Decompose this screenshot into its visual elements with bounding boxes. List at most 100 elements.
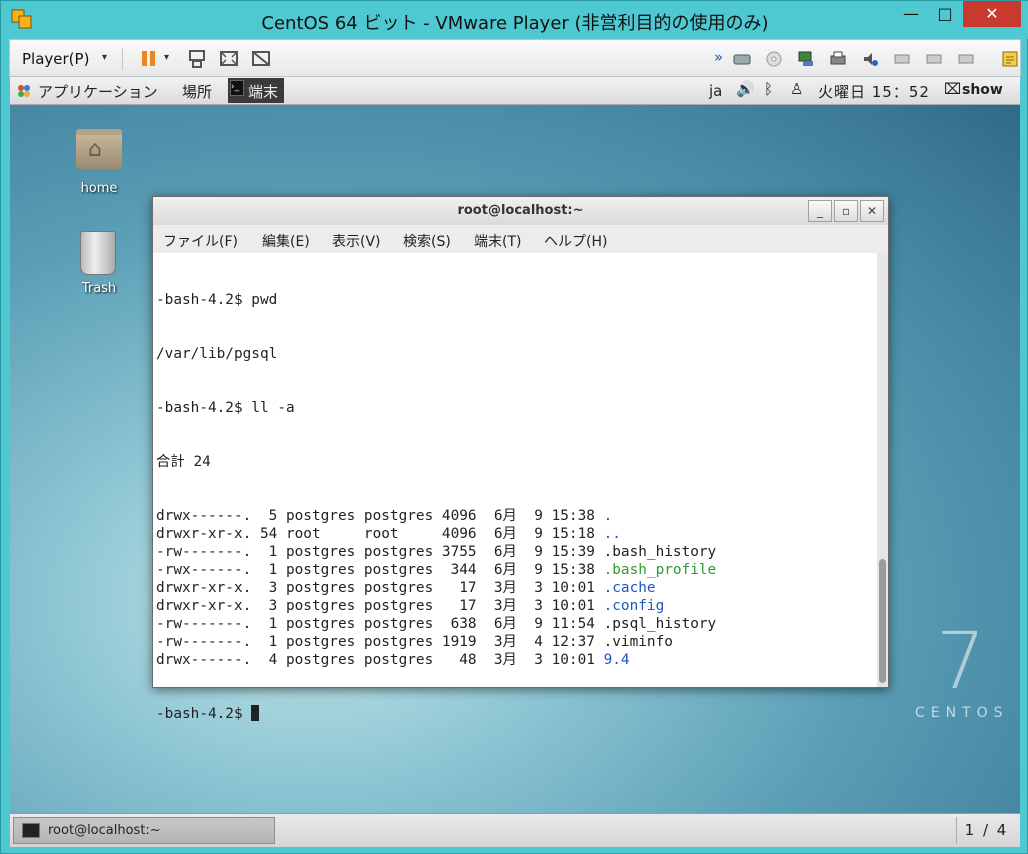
cd-dvd-icon[interactable] [764,50,784,68]
terminal-line: /var/lib/pgsql [156,346,278,362]
show-desktop-button[interactable]: show [962,82,1003,98]
send-ctrl-alt-del-icon[interactable] [186,48,208,70]
terminal-close-button[interactable]: ✕ [860,200,884,222]
listing-meta: drwx------. 5 postgres postgres 4096 6月 … [156,508,604,524]
terminal-launcher[interactable]: ›_ 端末 [228,78,284,103]
terminal-prompt-line: -bash-4.2$ [156,705,716,723]
listing-filename: .viminfo [603,634,673,650]
terminal-icon: ›_ [230,80,244,96]
volume-icon[interactable]: 🔊 [736,80,755,98]
usb-device-icon[interactable] [956,50,976,68]
home-folder-icon[interactable] [76,129,122,169]
terminal-output[interactable]: -bash-4.2$ pwd /var/lib/pgsql -bash-4.2$… [153,253,877,722]
window-title: CentOS 64 ビット - VMware Player (非営利目的の使用の… [261,13,769,34]
vmware-player-window: CentOS 64 ビット - VMware Player (非営利目的の使用の… [0,0,1028,854]
trash-icon-label[interactable]: Trash [70,281,128,296]
listing-row: -rw-------. 1 postgres postgres 1919 3月 … [156,633,716,651]
network-adapter-icon[interactable] [796,50,816,68]
listing-row: -rw-------. 1 postgres postgres 3755 6月 … [156,543,716,561]
terminal-line: 合計 24 [156,454,211,470]
toolbar-divider [122,48,123,70]
terminal-window: root@localhost:~ _ ▫ ✕ ファイル(F) 編集(E) 表示(… [152,196,889,722]
show-desktop-icon[interactable]: ⌧ [944,80,961,98]
terminal-minimize-button[interactable]: _ [808,200,832,222]
sound-card-icon[interactable] [860,50,880,68]
listing-row: drwxr-xr-x. 54 root root 4096 6月 9 15:18… [156,525,716,543]
listing-filename: 9.4 [603,652,630,668]
terminal-titlebar[interactable]: root@localhost:~ _ ▫ ✕ [153,197,888,225]
bluetooth-icon[interactable]: ᛒ [764,80,773,98]
terminal-scrollbar[interactable] [877,253,888,687]
printer-icon[interactable] [828,50,848,68]
message-log-icon[interactable] [1000,50,1020,68]
terminal-icon [22,823,40,838]
listing-meta: drwxr-xr-x. 3 postgres postgres 17 3月 3 … [156,598,604,614]
listing-row: -rw-------. 1 postgres postgres 638 6月 9… [156,615,716,633]
user-icon[interactable]: ♙ [790,80,803,98]
listing-row: drwxr-xr-x. 3 postgres postgres 17 3月 3 … [156,579,716,597]
unity-mode-icon[interactable] [250,48,272,70]
scrollbar-thumb[interactable] [879,559,886,683]
listing-meta: -rw-------. 1 postgres postgres 1919 3月 … [156,634,604,650]
vmware-toolbar: Player(P) ▾ ▾ » [9,39,1021,77]
menu-help[interactable]: ヘルプ(H) [544,231,607,251]
places-menu[interactable]: 場所 [182,81,212,102]
window-titlebar[interactable]: CentOS 64 ビット - VMware Player (非営利目的の使用の… [1,1,1028,39]
listing-meta: -rwx------. 1 postgres postgres 344 6月 9… [156,562,604,578]
listing-meta: -rw-------. 1 postgres postgres 3755 6月 … [156,544,604,560]
listing-filename: .bash_profile [603,562,717,578]
centos-logo-number: 7 [936,617,986,707]
applications-icon[interactable] [16,83,32,99]
listing-meta: drwxr-xr-x. 54 root root 4096 6月 9 15:18 [156,526,604,542]
listing-meta: drwx------. 4 postgres postgres 48 3月 3 … [156,652,604,668]
pause-icon[interactable] [138,48,160,70]
fullscreen-icon[interactable] [218,48,240,70]
terminal-menubar: ファイル(F) 編集(E) 表示(V) 検索(S) 端末(T) ヘルプ(H) [153,225,888,253]
hard-disk-icon[interactable] [732,50,752,68]
home-icon-label[interactable]: home [70,181,128,196]
maximize-button[interactable]: □ [931,1,959,27]
listing-filename: .config [603,598,665,614]
player-menu-chevron-down-icon[interactable]: ▾ [102,52,107,63]
terminal-title: root@localhost:~ [457,203,584,218]
centos-logo-text: CENTOS [915,705,1009,721]
close-button[interactable]: ✕ [963,1,1021,27]
menu-file[interactable]: ファイル(F) [163,231,238,251]
menu-search[interactable]: 検索(S) [403,231,451,251]
player-menu[interactable]: Player(P) [22,50,89,68]
usb-device-icon[interactable] [892,50,912,68]
terminal-maximize-button[interactable]: ▫ [834,200,858,222]
applications-menu[interactable]: アプリケーション [38,81,158,102]
taskbar-window-button[interactable]: root@localhost:~ [13,817,275,844]
usb-device-icon[interactable] [924,50,944,68]
clock[interactable]: 火曜日 15：52 [818,81,930,102]
minimize-button[interactable]: — [897,1,925,27]
listing-row: drwxr-xr-x. 3 postgres postgres 17 3月 3 … [156,597,716,615]
listing-filename: .. [603,526,621,542]
workspace-switcher[interactable]: 1 / 4 [956,817,1016,844]
listing-filename: . [603,508,613,524]
pause-chevron-down-icon[interactable]: ▾ [164,52,169,63]
gnome-top-panel: アプリケーション 場所 ›_ 端末 ja 🔊 ᛒ ♙ 火曜日 15：52 ⌧ s… [10,77,1020,105]
terminal-text: -bash-4.2$ pwd /var/lib/pgsql -bash-4.2$… [156,255,716,759]
prompt: -bash-4.2$ [156,706,252,722]
listing-meta: -rw-------. 1 postgres postgres 638 6月 9… [156,616,604,632]
overflow-icon[interactable]: » [714,48,723,66]
keyboard-layout-indicator[interactable]: ja [709,82,722,100]
listing-row: drwx------. 5 postgres postgres 4096 6月 … [156,507,716,525]
trash-icon[interactable] [80,231,116,275]
text-cursor [251,705,260,721]
terminal-line: -bash-4.2$ ll -a [156,400,295,416]
directory-listing: drwx------. 5 postgres postgres 4096 6月 … [156,507,716,669]
menu-edit[interactable]: 編集(E) [262,231,310,251]
taskbar-window-label: root@localhost:~ [48,823,161,838]
listing-filename: .psql_history [603,616,717,632]
gnome-bottom-panel: root@localhost:~ 1 / 4 [10,813,1020,847]
menu-view[interactable]: 表示(V) [332,231,381,251]
terminal-launcher-label: 端末 [248,83,279,101]
listing-filename: .cache [603,580,656,596]
listing-row: drwx------. 4 postgres postgres 48 3月 3 … [156,651,716,669]
listing-filename: .bash_history [603,544,717,560]
listing-meta: drwxr-xr-x. 3 postgres postgres 17 3月 3 … [156,580,604,596]
menu-terminal[interactable]: 端末(T) [474,231,521,251]
